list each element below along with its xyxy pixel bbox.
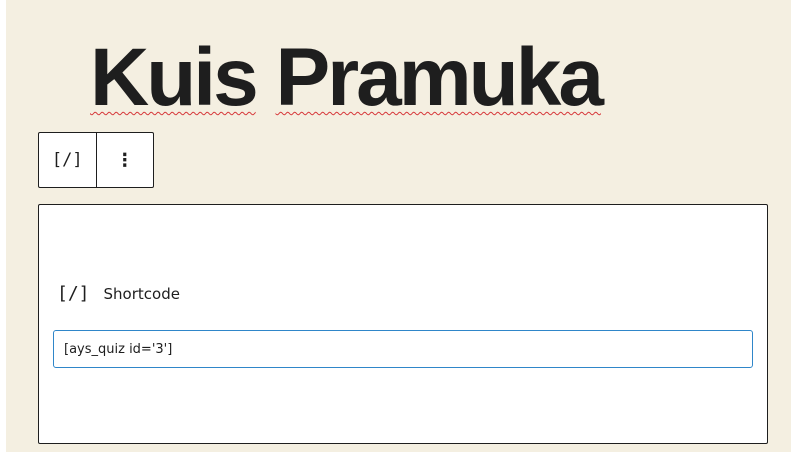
shortcode-label-text: Shortcode [103,284,180,303]
shortcode-block-label: [/] Shortcode [57,283,180,304]
shortcode-icon: [/] [57,283,90,304]
more-vertical-icon: ⋮ [115,149,134,171]
shortcode-block[interactable]: [/] Shortcode [38,204,768,444]
shortcode-block-type-button[interactable]: [/] [39,133,96,187]
post-title[interactable]: Kuis Pramuka [90,28,730,128]
right-margin-strip [791,0,795,452]
block-toolbar: [/] ⋮ [38,132,154,188]
block-options-button[interactable]: ⋮ [97,133,154,187]
post-title-word: Pramuka [275,32,604,123]
left-margin-strip [0,0,6,452]
shortcode-input[interactable] [53,330,753,368]
shortcode-icon: [/] [51,150,83,170]
post-title-word: Kuis [90,32,259,123]
